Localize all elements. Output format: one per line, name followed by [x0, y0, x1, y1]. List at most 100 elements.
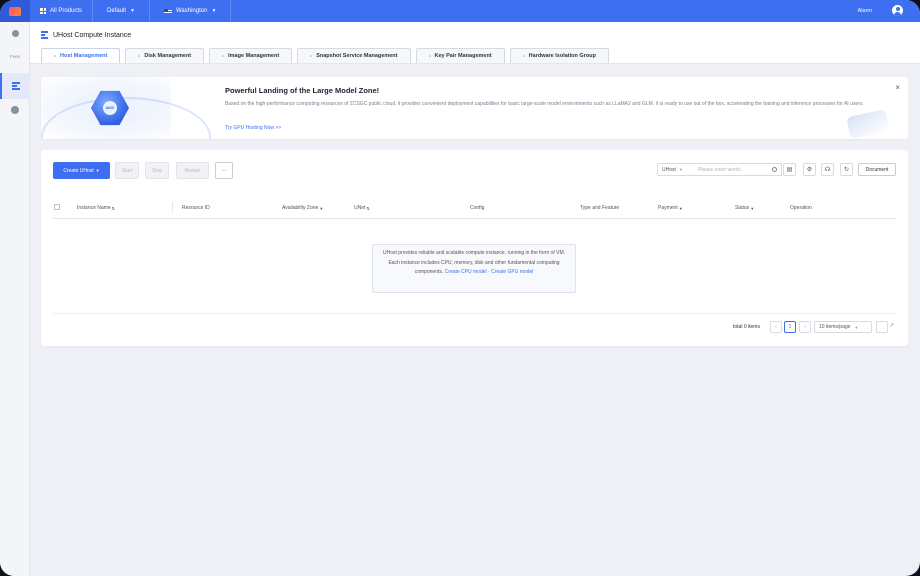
- page-title-row: UHost Compute Instance: [41, 31, 131, 39]
- restart-button[interactable]: Restart: [176, 162, 209, 179]
- sidebar-item-network[interactable]: [0, 106, 30, 114]
- table-header: Instance Name ⇅ Resource ID Availability…: [53, 197, 896, 219]
- search-placeholder: Please enter words: [698, 166, 741, 173]
- gear-icon: ⚙: [806, 167, 813, 173]
- tab-image-management[interactable]: Image Management: [209, 48, 293, 63]
- filter-icon: ▼: [319, 205, 324, 211]
- tab-snapshot-service-management[interactable]: Snapshot Service Management: [297, 48, 411, 63]
- page-size-value: 10 items/page: [819, 324, 851, 330]
- column-type-and-feature: Type and Feature: [580, 197, 619, 219]
- support-button[interactable]: ☊: [821, 163, 834, 176]
- search-icon[interactable]: [772, 167, 777, 172]
- project-label: Default: [107, 8, 127, 14]
- select-all-checkbox[interactable]: [54, 204, 60, 210]
- try-gpu-hosting-link[interactable]: Try GPU Hosting Now >>: [225, 125, 281, 131]
- column-label: UNet: [354, 205, 366, 211]
- calendar-icon: ▤: [786, 167, 793, 173]
- banner-description: Based on the high-performance computing …: [225, 101, 864, 107]
- column-resource-id: Resource ID: [182, 197, 210, 219]
- sidebar-item-uhost[interactable]: [0, 73, 30, 99]
- page-title: UHost Compute Instance: [53, 31, 132, 39]
- chevron-down-icon: ▼: [854, 324, 859, 330]
- globe-icon: [11, 106, 19, 114]
- sidebar-item-favorites[interactable]: [0, 30, 30, 37]
- column-status[interactable]: Status ▼: [735, 197, 754, 219]
- document-button[interactable]: Document: [858, 163, 896, 176]
- aigc-badge: AIGC: [103, 101, 117, 115]
- column-label: Status: [735, 205, 750, 211]
- user-avatar-icon[interactable]: [892, 5, 903, 16]
- app-window: All Products Default ▼ Washington ▼ Alar…: [0, 0, 920, 576]
- search-input[interactable]: Please enter words: [694, 163, 782, 176]
- region-label: Washington: [175, 8, 208, 14]
- chevron-down-icon: ▼: [95, 168, 100, 173]
- start-button[interactable]: Start: [115, 162, 139, 179]
- chevron-down-icon: ▼: [678, 167, 683, 172]
- jump-page-input[interactable]: [876, 321, 888, 333]
- column-label: Config: [470, 205, 485, 211]
- column-payment[interactable]: Payment ▼: [658, 197, 683, 219]
- refresh-button[interactable]: ↻: [840, 163, 853, 176]
- alarm-link[interactable]: Alarm: [858, 0, 872, 22]
- all-products-label: All Products: [50, 8, 83, 14]
- sort-icon: ⇅: [366, 205, 370, 211]
- column-label: Payment: [658, 205, 678, 211]
- search-type-select[interactable]: UHost ▼: [657, 163, 695, 176]
- chevron-left-icon: ‹: [775, 324, 777, 330]
- search-type-value: UHost: [662, 166, 676, 173]
- pagination-total: total 0 items: [733, 324, 760, 330]
- refresh-icon: ↻: [843, 167, 850, 173]
- list-icon: [12, 82, 20, 90]
- more-actions-button[interactable]: ···: [215, 162, 233, 179]
- filter-icon: ▼: [750, 205, 755, 211]
- instance-list-icon: [41, 31, 48, 39]
- all-products-menu[interactable]: All Products: [30, 0, 94, 22]
- logo-icon: [9, 6, 21, 16]
- instance-list-card: Create UHost ▼ Start Stop Restart ··· UH…: [41, 150, 908, 346]
- settings-button[interactable]: ⚙: [803, 163, 816, 176]
- chevron-down-icon: ▼: [130, 8, 135, 14]
- banner-illustration: AIGC: [41, 77, 211, 139]
- go-arrow-icon[interactable]: ↗: [889, 322, 894, 329]
- promo-banner: AIGC Powerful Landing of the Large Model…: [41, 77, 908, 139]
- page-header: UHost Compute Instance Host Management D…: [30, 22, 920, 64]
- column-availability-zone[interactable]: Availability Zone ▼: [282, 197, 323, 219]
- next-page-button[interactable]: ›: [799, 321, 811, 333]
- tab-bar: Host Management Disk Management Image Ma…: [41, 48, 609, 63]
- tab-host-management[interactable]: Host Management: [41, 48, 121, 63]
- stop-button[interactable]: Stop: [145, 162, 169, 179]
- create-uhost-button[interactable]: Create UHost ▼: [53, 162, 110, 179]
- create-uhost-label: Create UHost: [63, 167, 94, 174]
- column-divider: [172, 202, 173, 213]
- region-selector[interactable]: Washington ▼: [150, 0, 232, 22]
- heart-icon: [11, 30, 19, 37]
- column-unet[interactable]: UNet ⇅: [354, 197, 370, 219]
- sidebar-item-label: Fees: [9, 54, 20, 59]
- table-footer-divider: [53, 313, 896, 314]
- banner-decoration: [846, 109, 890, 139]
- grid-icon: [40, 8, 46, 14]
- column-config: Config: [470, 197, 484, 219]
- column-instance-name[interactable]: Instance Name ⇅: [77, 197, 115, 219]
- page-number-button[interactable]: 1: [784, 321, 796, 333]
- brand-logo[interactable]: [0, 0, 30, 22]
- sidebar: Fees: [0, 22, 30, 576]
- sidebar-item-fees[interactable]: Fees: [0, 52, 30, 59]
- banner-title: Powerful Landing of the Large Model Zone…: [225, 86, 380, 95]
- prev-page-button[interactable]: ‹: [770, 321, 782, 333]
- project-selector[interactable]: Default ▼: [93, 0, 150, 22]
- tab-disk-management[interactable]: Disk Management: [125, 48, 205, 63]
- create-gpu-model-link[interactable]: Create GPU model: [491, 269, 533, 275]
- top-nav-bar: All Products Default ▼ Washington ▼ Alar…: [0, 0, 920, 22]
- page-size-select[interactable]: 10 items/page ▼: [814, 321, 872, 333]
- close-icon[interactable]: ×: [895, 83, 900, 92]
- headset-icon: ☊: [824, 167, 831, 173]
- chevron-down-icon: ▼: [211, 8, 217, 14]
- column-label: Instance Name: [77, 205, 111, 211]
- tab-hardware-isolation-group[interactable]: Hardware Isolation Group: [509, 48, 609, 63]
- create-cpu-model-link[interactable]: Create CPU model: [445, 269, 487, 275]
- column-label: Resource ID: [182, 205, 210, 211]
- calendar-filter-button[interactable]: ▤: [783, 163, 796, 176]
- tab-key-pair-management[interactable]: Key Pair Management: [415, 48, 505, 63]
- us-flag-icon: [163, 8, 172, 14]
